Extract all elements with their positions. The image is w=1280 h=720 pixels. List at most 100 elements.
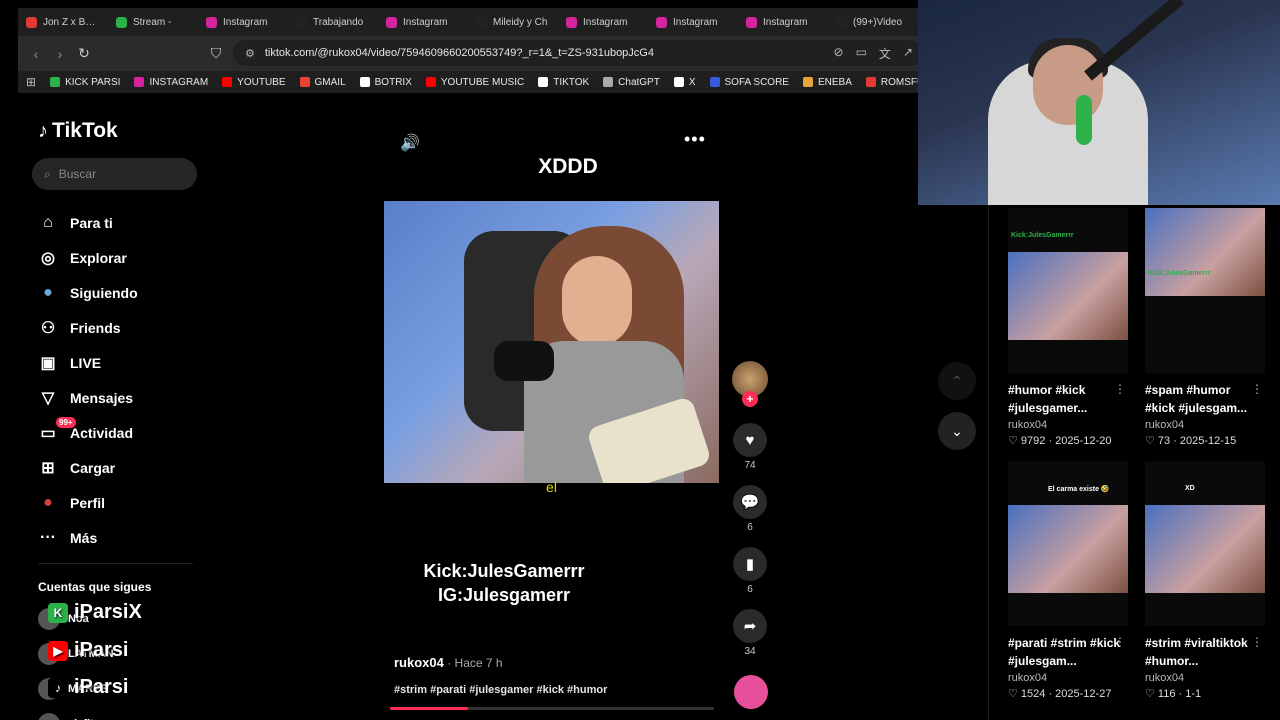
share-button[interactable]: ➦ 34 [732, 609, 768, 657]
sidebar-item[interactable]: ◎ Explorar [38, 240, 208, 275]
heart-icon: ♥ [733, 423, 767, 457]
video-thumbnail[interactable]: El carma existe 🤣 [1008, 461, 1128, 626]
bookmark-item[interactable]: SOFA SCORE [709, 77, 789, 88]
sidebar-item[interactable]: ··· Más [38, 520, 208, 555]
bookmark-favicon-icon [425, 77, 436, 87]
bookmark-favicon-icon [802, 77, 813, 87]
sidebar-item[interactable]: ⊞ Cargar [38, 450, 208, 485]
video-title[interactable]: #humor #kick #julesgamer... [1008, 381, 1123, 417]
browser-tab[interactable]: Stream - [108, 8, 198, 36]
bookmark-star-icon[interactable]: ⛉ [204, 42, 228, 66]
bookmark-item[interactable]: YOUTUBE [222, 77, 286, 88]
sidebar-item[interactable]: ⌂ Para ti [38, 205, 208, 240]
reload-icon[interactable]: ↻ [72, 42, 96, 66]
forward-icon[interactable]: › [48, 42, 72, 66]
bookmark-item[interactable]: ChatGPT [603, 77, 660, 88]
video-player[interactable] [384, 201, 719, 483]
search-placeholder: Buscar [58, 167, 97, 181]
video-thumbnail[interactable]: Kick:JulesGamerrr [1008, 208, 1128, 373]
apps-grid-icon[interactable]: ⊞ [26, 75, 36, 89]
related-video-card[interactable]: El carma existe 🤣 #parati #strim #kick #j… [1008, 461, 1132, 700]
card-menu-icon[interactable]: ⋮ [1251, 382, 1263, 396]
bookmark-item[interactable]: ROMSFUN [865, 77, 918, 88]
video-user[interactable]: rukox04 [1008, 672, 1132, 684]
video-title[interactable]: #parati #strim #kick #julesgam... [1008, 634, 1123, 670]
sidebar-item[interactable]: ● Perfil [38, 485, 208, 520]
translate-icon[interactable]: 文 [879, 45, 891, 62]
next-video-button[interactable]: ⌄ [938, 412, 976, 450]
tab-favicon-icon [116, 16, 127, 28]
sidebar-item-label: Explorar [70, 249, 127, 266]
tiktok-note-icon: ♪ [38, 119, 48, 142]
video-user[interactable]: rukox04 [1008, 419, 1132, 431]
video-caption-mid: Kick:JulesGamerrr IG:Julesgamerr [384, 559, 624, 607]
bookmark-label: X [688, 76, 696, 88]
sidebar-item[interactable]: ● Siguiendo [38, 275, 208, 310]
bookmark-item[interactable]: YOUTUBE MUSIC [425, 77, 524, 88]
video-title[interactable]: #strim #viraltiktok #humor... [1145, 634, 1260, 670]
sidebar-item[interactable]: ▭ Actividad 99+ [38, 415, 208, 450]
bookmark-item[interactable]: BOTRIX [359, 76, 412, 88]
browser-tab[interactable]: Instagram [198, 8, 288, 36]
related-video-card[interactable]: Kick:JulesGamerrr #spam #humor #kick #jul… [1145, 208, 1269, 447]
video-thumbnail[interactable]: XD [1145, 461, 1265, 626]
video-progress-bar[interactable] [390, 707, 714, 710]
browser-tab[interactable]: Instagram [378, 8, 468, 36]
back-icon[interactable]: ‹ [24, 42, 48, 66]
sidebar-item[interactable]: ▣ LIVE [38, 345, 208, 380]
sidebar-item-label: Más [70, 529, 98, 546]
tiktok-logo[interactable]: ♪ TikTok [38, 119, 118, 143]
bookmark-item[interactable]: ENEBA [802, 77, 852, 88]
video-hashtags[interactable]: #strim #parati #julesgamer #kick #humor [394, 684, 607, 696]
search-input[interactable]: ⌕ Buscar [32, 158, 197, 190]
related-video-card[interactable]: XD #strim #viraltiktok #humor... ⋮ rukox04 ♡… [1145, 461, 1269, 700]
card-menu-icon[interactable]: ⋮ [1114, 635, 1126, 649]
browser-tab[interactable]: Trabajando [288, 8, 378, 36]
bookmark-item[interactable]: X [673, 76, 696, 88]
share-icon[interactable]: ↗ [903, 45, 913, 62]
browser-tab[interactable]: Instagram [648, 8, 738, 36]
bookmark-item[interactable]: GMAIL [299, 77, 346, 88]
browser-tab[interactable]: Jon Z x Baby [18, 8, 108, 36]
browser-tab[interactable]: (99+)Video [828, 8, 918, 36]
bookmark-item[interactable]: INSTAGRAM [134, 77, 208, 88]
cast-icon[interactable]: ▭ [856, 45, 867, 62]
more-options-icon[interactable]: ••• [684, 129, 706, 150]
video-user[interactable]: rukox04 [1145, 672, 1269, 684]
video-author[interactable]: rukox04 · Hace 7 h [394, 655, 503, 670]
address-bar[interactable]: ⚙ tiktok.com/@rukox04/video/759460966020… [233, 40, 918, 66]
site-info-icon[interactable]: ⚙ [245, 47, 255, 60]
previous-video-button[interactable]: ⌃ [938, 362, 976, 400]
activity-badge: 99+ [56, 417, 76, 428]
video-stats: ♡ 116 · 1-1 [1145, 688, 1202, 700]
no-sound-icon[interactable]: ⊘ [834, 45, 844, 62]
save-button[interactable]: ▮ 6 [732, 547, 768, 595]
bookmark-item[interactable]: KICK PARSI [50, 77, 120, 88]
comment-button[interactable]: 💬 6 [732, 485, 768, 533]
tab-favicon-icon [746, 16, 757, 28]
related-video-card[interactable]: Kick:JulesGamerrr #humor #kick #julesgame… [1008, 208, 1132, 447]
video-title[interactable]: #spam #humor #kick #julesgam... [1145, 381, 1260, 417]
follow-plus-icon[interactable]: + [742, 391, 758, 407]
music-disc-icon[interactable] [734, 675, 768, 709]
browser-tab[interactable]: Instagram [738, 8, 828, 36]
sidebar-item[interactable]: ▽ Mensajes [38, 380, 208, 415]
author-name[interactable]: rukox04 [394, 655, 444, 670]
youtube-logo-icon: ▶ [48, 640, 68, 661]
sidebar-item-label: LIVE [70, 354, 102, 371]
browser-tab[interactable]: Mileidy y Ch [468, 8, 558, 36]
following-account[interactable]: alefit [38, 706, 198, 720]
bookmarks-bar: ⊞ KICK PARSI INSTAGRAM YOUTUBE GMAIL BOTRIX Y… [18, 71, 918, 93]
bookmark-item[interactable]: TIKTOK [538, 77, 589, 88]
card-menu-icon[interactable]: ⋮ [1114, 382, 1126, 396]
like-button[interactable]: ♥ 74 [732, 423, 768, 471]
volume-icon[interactable]: 🔊 [400, 133, 420, 153]
sidebar-item[interactable]: ⚇ Friends [38, 310, 208, 345]
activity-icon: ▭ [40, 424, 56, 442]
bookmark-label: BOTRIX [374, 76, 412, 88]
video-user[interactable]: rukox04 [1145, 419, 1269, 431]
browser-tab[interactable]: Instagram [558, 8, 648, 36]
save-count: 6 [747, 584, 753, 595]
video-thumbnail[interactable]: Kick:JulesGamerrr [1145, 208, 1265, 373]
card-menu-icon[interactable]: ⋮ [1251, 635, 1263, 649]
